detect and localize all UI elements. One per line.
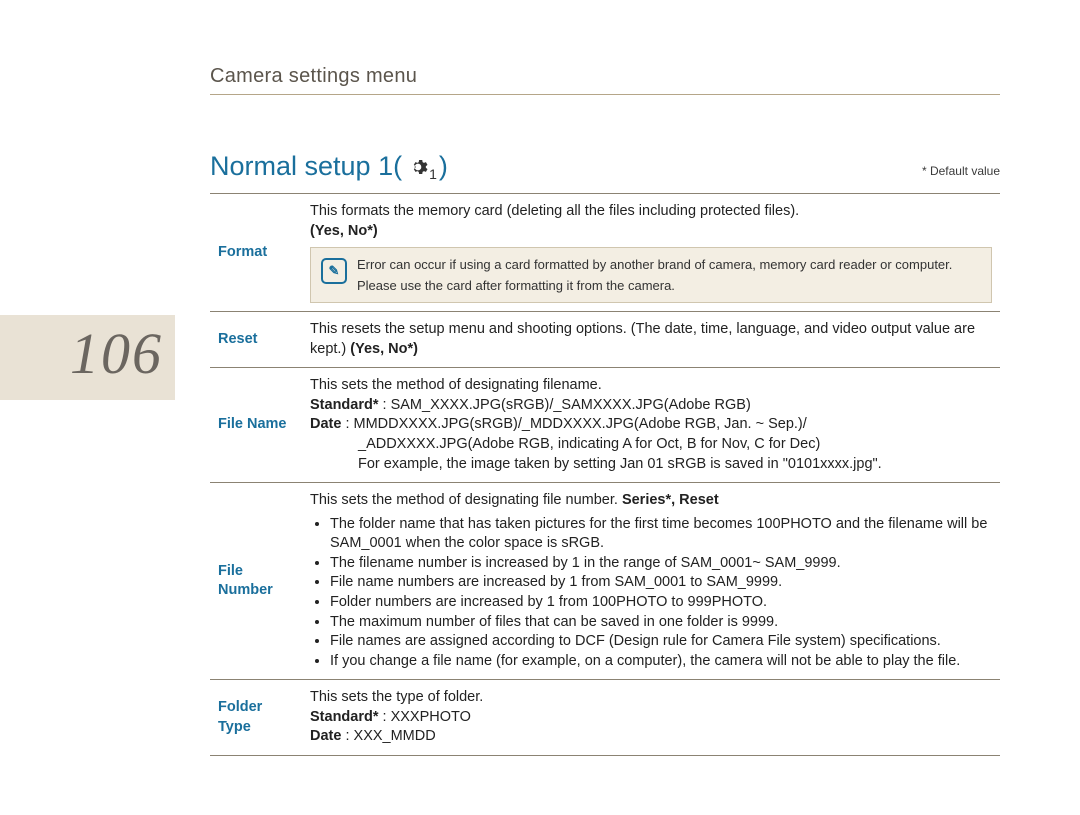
filenumber-label-a: File (218, 563, 243, 579)
row-label-filename: File Name (210, 368, 302, 483)
table-row: Folder Type This sets the type of folder… (210, 680, 1000, 756)
section-title-text-before: Normal setup 1( (210, 151, 402, 182)
list-item: File name numbers are increased by 1 fro… (330, 573, 992, 593)
filenumber-bullets: The folder name that has taken pictures … (310, 515, 992, 672)
row-content-format: This formats the memory card (deleting a… (302, 194, 1000, 312)
gear-icon (408, 157, 428, 177)
foldertype-standard-value: : XXXPHOTO (379, 709, 471, 725)
section-title-text-after: ) (439, 151, 448, 182)
foldertype-date-value: : XXX_MMDD (341, 728, 435, 744)
row-label-reset: Reset (210, 312, 302, 368)
filenumber-label-b: Number (218, 582, 273, 598)
list-item: The filename number is increased by 1 in… (330, 554, 992, 574)
row-content-filename: This sets the method of designating file… (302, 368, 1000, 483)
settings-table: Format This formats the memory card (del… (210, 193, 1000, 756)
filenumber-options: Series*, Reset (622, 492, 719, 508)
list-item: The folder name that has taken pictures … (330, 515, 992, 554)
table-row: File Number This sets the method of desi… (210, 483, 1000, 680)
row-content-reset: This resets the setup menu and shooting … (302, 312, 1000, 368)
foldertype-label-b: Type (218, 719, 251, 735)
filenumber-intro: This sets the method of designating file… (310, 492, 622, 508)
table-row: Format This formats the memory card (del… (210, 194, 1000, 312)
default-value-note: * Default value (922, 164, 1000, 178)
format-desc: This formats the memory card (deleting a… (310, 203, 799, 219)
note-box: ✎ Error can occur if using a card format… (310, 247, 992, 303)
filename-intro: This sets the method of designating file… (310, 377, 602, 393)
row-label-filenumber: File Number (210, 483, 302, 680)
info-icon: ✎ (321, 258, 347, 284)
row-content-filenumber: This sets the method of designating file… (302, 483, 1000, 680)
foldertype-label-a: Folder (218, 699, 262, 715)
filename-date-label: Date (310, 416, 341, 432)
row-label-format: Format (210, 194, 302, 312)
filename-date-value: : MMDDXXXX.JPG(sRGB)/_MDDXXXX.JPG(Adobe … (341, 416, 806, 432)
list-item: File names are assigned according to DCF… (330, 632, 992, 652)
row-label-foldertype: Folder Type (210, 680, 302, 756)
gear-label: 1 (408, 155, 437, 178)
list-item: The maximum number of files that can be … (330, 613, 992, 633)
reset-options: (Yes, No*) (350, 341, 418, 357)
row-content-foldertype: This sets the type of folder. Standard* … (302, 680, 1000, 756)
list-item: If you change a file name (for example, … (330, 652, 992, 672)
filename-standard-label: Standard* (310, 397, 379, 413)
format-options: (Yes, No*) (310, 223, 378, 239)
section-title: Normal setup 1( 1 ) (210, 151, 448, 182)
foldertype-standard-label: Standard* (310, 709, 379, 725)
page-number: 106 (70, 320, 163, 387)
gear-subscript: 1 (429, 166, 437, 182)
table-row: Reset This resets the setup menu and sho… (210, 312, 1000, 368)
breadcrumb: Camera settings menu (210, 65, 1000, 95)
filename-date-value2: _ADDXXXX.JPG(Adobe RGB, indicating A for… (310, 435, 820, 455)
note-line: Error can occur if using a card formatte… (357, 256, 952, 274)
filename-example: For example, the image taken by setting … (310, 455, 882, 475)
note-line: Please use the card after formatting it … (357, 277, 952, 295)
table-row: File Name This sets the method of design… (210, 368, 1000, 483)
foldertype-intro: This sets the type of folder. (310, 689, 483, 705)
filename-standard-value: : SAM_XXXX.JPG(sRGB)/_SAMXXXX.JPG(Adobe … (379, 397, 751, 413)
foldertype-date-label: Date (310, 728, 341, 744)
list-item: Folder numbers are increased by 1 from 1… (330, 593, 992, 613)
